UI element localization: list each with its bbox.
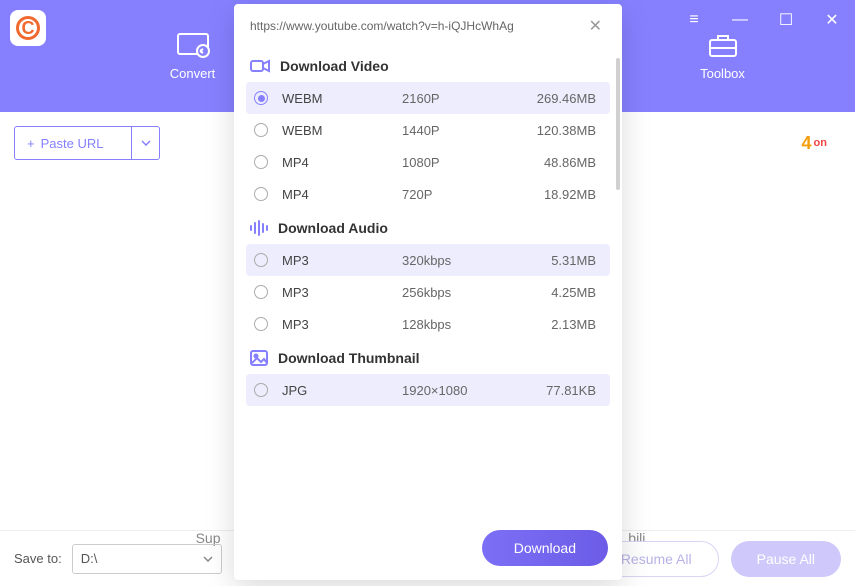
radio-icon[interactable] (254, 155, 268, 169)
quality-label: 1920×1080 (402, 383, 522, 398)
format-label: MP4 (282, 187, 402, 202)
video-option-row[interactable]: MP41080P48.86MB (246, 146, 610, 178)
quality-label: 1440P (402, 123, 522, 138)
radio-icon[interactable] (254, 253, 268, 267)
quality-label: 256kbps (402, 285, 522, 300)
video-icon (250, 58, 270, 74)
pause-all-button[interactable]: Pause All (731, 541, 841, 577)
size-label: 120.38MB (522, 123, 602, 138)
tab-label: Toolbox (700, 66, 745, 81)
menu-icon[interactable]: ≡ (671, 0, 717, 40)
section-title: Download Thumbnail (278, 350, 420, 366)
format-label: MP4 (282, 155, 402, 170)
scrollbar[interactable] (616, 58, 620, 190)
radio-icon[interactable] (254, 383, 268, 397)
download-modal: https://www.youtube.com/watch?v=h-iQJHcW… (234, 4, 622, 580)
app-logo: C (10, 10, 46, 46)
format-label: WEBM (282, 91, 402, 106)
size-label: 2.13MB (522, 317, 602, 332)
video-option-row[interactable]: WEBM2160P269.46MB (246, 82, 610, 114)
brand-number: 4 (802, 133, 812, 154)
modal-body: Download Video WEBM2160P269.46MBWEBM1440… (234, 48, 622, 516)
quality-label: 2160P (402, 91, 522, 106)
size-label: 48.86MB (522, 155, 602, 170)
pause-label: Pause All (757, 551, 815, 567)
tab-label: Convert (170, 66, 216, 81)
quality-label: 1080P (402, 155, 522, 170)
video-option-row[interactable]: WEBM1440P120.38MB (246, 114, 610, 146)
format-label: MP3 (282, 317, 402, 332)
audio-option-row[interactable]: MP3128kbps2.13MB (246, 308, 610, 340)
maximize-icon[interactable]: ☐ (763, 0, 809, 40)
brand-on: on (814, 137, 827, 149)
format-label: WEBM (282, 123, 402, 138)
section-title: Download Video (280, 58, 389, 74)
window-controls: ≡ — ☐ ✕ (671, 0, 855, 40)
video-option-row[interactable]: MP4720P18.92MB (246, 178, 610, 210)
resume-label: Resume All (621, 551, 692, 567)
url-field[interactable]: https://www.youtube.com/watch?v=h-iQJHcW… (250, 19, 585, 33)
format-label: MP3 (282, 253, 402, 268)
size-label: 5.31MB (522, 253, 602, 268)
section-audio-header: Download Audio (246, 210, 610, 244)
radio-icon[interactable] (254, 187, 268, 201)
convert-icon (176, 32, 210, 58)
image-icon (250, 350, 268, 366)
format-label: JPG (282, 383, 402, 398)
paste-url-button[interactable]: + Paste URL (14, 126, 132, 160)
radio-icon[interactable] (254, 123, 268, 137)
size-label: 77.81KB (522, 383, 602, 398)
chevron-down-icon (203, 556, 213, 562)
section-thumb-header: Download Thumbnail (246, 340, 610, 374)
section-title: Download Audio (278, 220, 388, 236)
size-label: 4.25MB (522, 285, 602, 300)
bottom-buttons: Resume All Pause All (594, 541, 841, 577)
quality-label: 320kbps (402, 253, 522, 268)
brand-icon: 4 on (802, 133, 827, 154)
audio-option-row[interactable]: MP3256kbps4.25MB (246, 276, 610, 308)
close-icon[interactable]: ✕ (809, 0, 855, 40)
section-video-header: Download Video (246, 48, 610, 82)
audio-icon (250, 220, 268, 236)
minimize-icon[interactable]: — (717, 0, 763, 40)
quality-label: 128kbps (402, 317, 522, 332)
audio-option-row[interactable]: MP3320kbps5.31MB (246, 244, 610, 276)
save-to-select[interactable]: D:\ (72, 544, 222, 574)
chevron-down-icon (141, 140, 151, 146)
radio-icon[interactable] (254, 285, 268, 299)
size-label: 18.92MB (522, 187, 602, 202)
modal-footer: Download (234, 516, 622, 580)
quality-label: 720P (402, 187, 522, 202)
plus-icon: + (27, 136, 35, 151)
download-button[interactable]: Download (482, 530, 608, 566)
paste-label: Paste URL (41, 136, 104, 151)
close-icon[interactable]: ✕ (585, 16, 606, 36)
thumb-option-row[interactable]: JPG1920×108077.81KB (246, 374, 610, 406)
radio-icon[interactable] (254, 317, 268, 331)
radio-icon[interactable] (254, 91, 268, 105)
download-label: Download (514, 540, 576, 556)
format-label: MP3 (282, 285, 402, 300)
save-value: D:\ (81, 551, 98, 566)
paste-url-dropdown[interactable] (132, 126, 160, 160)
size-label: 269.46MB (522, 91, 602, 106)
save-to-label: Save to: (14, 551, 62, 566)
modal-header: https://www.youtube.com/watch?v=h-iQJHcW… (234, 4, 622, 48)
